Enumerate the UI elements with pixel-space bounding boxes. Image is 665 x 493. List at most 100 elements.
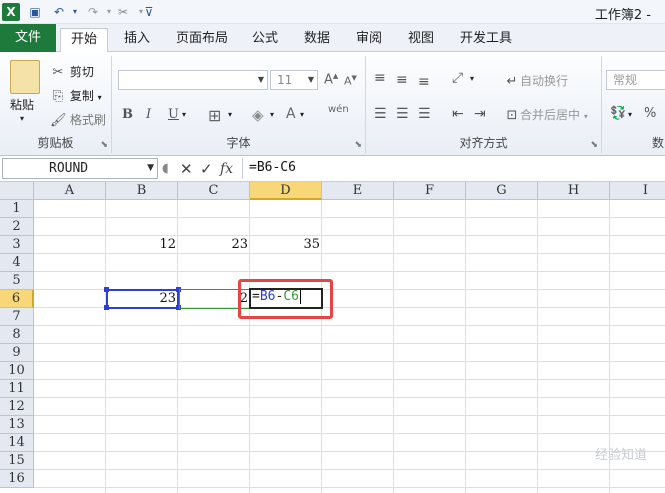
column-header-h[interactable]: H (538, 182, 610, 200)
fill-color-dropdown-icon[interactable]: ▾ (270, 110, 274, 119)
row-header-7[interactable]: 7 (0, 308, 34, 326)
cell-d3[interactable]: 35 (250, 236, 322, 254)
phonetic-button[interactable]: wén (328, 104, 349, 115)
row-header-11[interactable]: 11 (0, 380, 34, 398)
align-right-icon[interactable]: ☰ (418, 106, 431, 122)
tools-icon[interactable]: ✂ (114, 3, 132, 21)
decrease-indent-icon[interactable]: ⇤ (452, 106, 464, 122)
formula-input[interactable]: =B6-C6 (242, 158, 665, 179)
tab-home[interactable]: 开始 (60, 28, 109, 53)
grow-font-label: A (324, 72, 333, 88)
fill-color-icon[interactable]: ◈ (252, 106, 264, 124)
increase-indent-icon[interactable]: ⇥ (474, 106, 486, 122)
format-painter-label: 格式刷 (69, 113, 106, 127)
row-header-13[interactable]: 13 (0, 416, 34, 434)
clipboard-launcher-icon[interactable]: ⬊ (100, 140, 108, 150)
insert-function-icon[interactable]: fx (220, 159, 233, 179)
borders-icon[interactable]: ⊞ (208, 106, 221, 125)
name-box[interactable]: ROUND ▼ (2, 158, 158, 179)
column-header-b[interactable]: B (106, 182, 178, 200)
bold-button[interactable]: B (122, 107, 133, 122)
copy-dropdown-icon[interactable]: ▾ (98, 93, 102, 102)
underline-button[interactable]: U (168, 107, 179, 122)
row-header-2[interactable]: 2 (0, 218, 34, 236)
cut-button[interactable]: ✂ 剪切 (50, 63, 94, 81)
clipboard-group-label: 剪贴板 (37, 136, 74, 150)
row-header-4[interactable]: 4 (0, 254, 34, 272)
row-header-5[interactable]: 5 (0, 272, 34, 290)
column-header-a[interactable]: A (34, 182, 106, 200)
row-header-15[interactable]: 15 (0, 452, 34, 470)
tab-data[interactable]: 数据 (294, 28, 340, 52)
scissors-icon: ✂ (52, 64, 64, 80)
align-middle-icon[interactable]: ≡ (396, 72, 408, 88)
paste-icon[interactable] (10, 60, 40, 94)
currency-icon[interactable]: 💱 (610, 106, 626, 121)
format-painter-button[interactable]: 🖌 格式刷 (50, 111, 106, 129)
row-header-10[interactable]: 10 (0, 362, 34, 380)
ref-b6-handle-bl[interactable] (104, 305, 109, 310)
row-header-1[interactable]: 1 (0, 200, 34, 218)
tab-formulas[interactable]: 公式 (242, 28, 288, 52)
tab-view[interactable]: 视图 (398, 28, 444, 52)
column-header-g[interactable]: G (466, 182, 538, 200)
align-bottom-icon[interactable]: ≡ (418, 74, 430, 90)
paste-button[interactable]: 粘贴 (10, 96, 34, 113)
currency-dropdown-icon[interactable]: ▾ (628, 110, 632, 119)
font-size-combo[interactable]: 11 ▼ (270, 70, 318, 90)
row-header-6[interactable]: 6 (0, 290, 34, 308)
orientation-dropdown-icon[interactable]: ▾ (470, 74, 474, 83)
alignment-launcher-icon[interactable]: ⬊ (590, 140, 598, 150)
row-header-9[interactable]: 9 (0, 344, 34, 362)
shrink-font-button[interactable]: A▼ (344, 74, 357, 88)
tab-page-layout[interactable]: 页面布局 (166, 28, 238, 52)
copy-button[interactable]: ⎘ 复制 ▾ (50, 87, 102, 105)
percent-button[interactable]: % (644, 106, 656, 121)
column-header-d[interactable]: D (250, 182, 322, 200)
column-header-e[interactable]: E (322, 182, 394, 200)
align-center-icon[interactable]: ☰ (396, 106, 409, 122)
undo-dropdown-icon[interactable]: ▾ (66, 3, 84, 21)
row-header-12[interactable]: 12 (0, 398, 34, 416)
merge-center-button[interactable]: ⊡ 合并后居中 ▾ (504, 106, 588, 124)
tab-insert[interactable]: 插入 (114, 28, 160, 52)
tab-file[interactable]: 文件 (0, 24, 56, 52)
formula-bar-resize-icon[interactable]: ◖ (162, 159, 169, 179)
wrap-text-button[interactable]: ↵ 自动换行 (504, 72, 568, 90)
font-launcher-icon[interactable]: ⬊ (354, 140, 362, 150)
merge-dropdown-icon[interactable]: ▾ (584, 112, 588, 121)
tab-review[interactable]: 审阅 (346, 28, 392, 52)
italic-button[interactable]: I (146, 107, 151, 122)
row-header-8[interactable]: 8 (0, 326, 34, 344)
number-format-combo[interactable]: 常规 (606, 70, 665, 90)
cancel-icon[interactable]: ✕ (180, 159, 193, 179)
cell-b3[interactable]: 12 (106, 236, 178, 254)
ribbon-tabs: 文件 开始 插入 页面布局 公式 数据 审阅 视图 开发工具 (0, 24, 665, 53)
cut-label: 剪切 (69, 65, 94, 79)
name-box-dropdown-icon[interactable]: ▼ (147, 159, 154, 178)
column-header-f[interactable]: F (394, 182, 466, 200)
underline-dropdown-icon[interactable]: ▾ (182, 110, 186, 119)
column-header-c[interactable]: C (178, 182, 250, 200)
select-all-corner[interactable] (0, 182, 34, 200)
align-top-icon[interactable]: ≡ (374, 70, 386, 86)
borders-dropdown-icon[interactable]: ▾ (228, 110, 232, 119)
save-icon[interactable]: ▣ (26, 3, 44, 21)
row-header-3[interactable]: 3 (0, 236, 34, 254)
column-header-i[interactable]: I (610, 182, 665, 200)
cell-c3[interactable]: 23 (178, 236, 250, 254)
align-left-icon[interactable]: ☰ (374, 106, 387, 122)
row-header-14[interactable]: 14 (0, 434, 34, 452)
enter-icon[interactable]: ✓ (200, 159, 213, 179)
customize-icon[interactable]: ⊽ (140, 3, 158, 21)
ref-b6-handle-tl[interactable] (104, 287, 109, 292)
grow-font-button[interactable]: A▲ (324, 72, 338, 87)
worksheet-grid[interactable]: ABCDEFGHI 1 2 3 4 5 6 7 8 9 10 11 12 13 14 15 16 12 23 … (0, 182, 665, 493)
tab-developer[interactable]: 开发工具 (450, 28, 522, 52)
font-name-combo[interactable]: ▼ (118, 70, 268, 90)
font-color-dropdown-icon[interactable]: ▾ (300, 110, 304, 119)
orientation-icon[interactable]: ⤢ (452, 70, 463, 86)
font-color-button[interactable]: A (286, 106, 296, 122)
row-header-16[interactable]: 16 (0, 470, 34, 488)
paste-dropdown-icon[interactable]: ▾ (20, 114, 24, 123)
